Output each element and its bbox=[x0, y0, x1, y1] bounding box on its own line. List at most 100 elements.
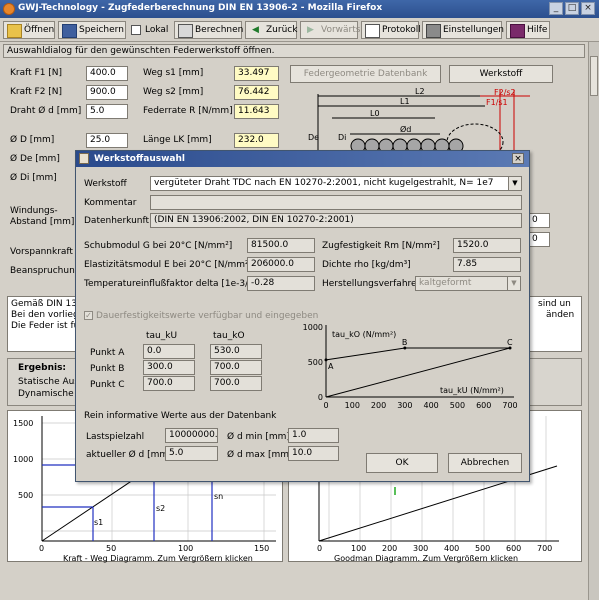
document-icon bbox=[365, 24, 380, 38]
f2-input[interactable]: 900.0 bbox=[86, 85, 128, 100]
col-tau-ku: tau_kU bbox=[146, 331, 178, 341]
chart-xlabel: tau_kU (N/mm²) bbox=[440, 386, 504, 395]
results-heading: Ergebnis: bbox=[18, 363, 67, 373]
material-button[interactable]: Werkstoff bbox=[449, 65, 553, 83]
drawing-d: Ød bbox=[400, 124, 411, 134]
wire-diameter-input[interactable]: 5.0 bbox=[86, 104, 128, 119]
right-x-tick-400: 400 bbox=[444, 544, 459, 553]
scroll-thumb[interactable] bbox=[590, 56, 598, 96]
chevron-down-icon: ▼ bbox=[507, 277, 520, 290]
back-button[interactable]: ◀ Zurück bbox=[245, 21, 297, 39]
right-partial-field-1[interactable]: 0 bbox=[528, 213, 550, 228]
minimize-button[interactable]: _ bbox=[549, 2, 563, 15]
vertical-scrollbar[interactable] bbox=[588, 42, 599, 600]
rm-field[interactable]: 1520.0 bbox=[453, 238, 521, 253]
status-text: Auswahldialog für den gewünschten Federw… bbox=[7, 46, 275, 56]
rho-field[interactable]: 7.85 bbox=[453, 257, 521, 272]
emodul-label: Elastizitätsmodul E bei 20°C [N/mm²] bbox=[84, 260, 253, 270]
results-static: Statische Aus bbox=[18, 377, 80, 387]
chart-x-tick: 500 bbox=[450, 401, 465, 410]
length-lk-input[interactable]: 232.0 bbox=[234, 133, 279, 148]
save-button[interactable]: Speichern bbox=[58, 21, 126, 39]
floppy-icon bbox=[62, 24, 77, 38]
settings-icon bbox=[426, 24, 441, 38]
mean-diameter-input[interactable]: 25.0 bbox=[86, 133, 128, 148]
ok-button[interactable]: OK bbox=[366, 453, 438, 473]
chart-x-tick: 0 bbox=[323, 401, 328, 410]
chevron-down-icon: ▼ bbox=[508, 177, 521, 190]
dmax-label: Ø d max [mm] bbox=[227, 450, 293, 460]
calculate-button[interactable]: Berechnen bbox=[174, 21, 243, 39]
firefox-icon bbox=[3, 3, 15, 15]
inner-diameter-label: Ø Di [mm] bbox=[10, 173, 57, 183]
local-label: Lokal bbox=[145, 25, 169, 35]
protocol-button[interactable]: Protokoll bbox=[361, 21, 421, 39]
aktuell-field[interactable]: 5.0 bbox=[165, 446, 218, 461]
chart-point-label-c: C bbox=[507, 338, 513, 347]
goodman-dialog-chart: tau_kO (N/mm²) tau_kU (N/mm²) 0 500 1000 0… bbox=[303, 323, 518, 410]
emodul-field[interactable]: 206000.0 bbox=[247, 257, 315, 272]
punkt-a-tau-ko[interactable]: 530.0 bbox=[210, 344, 262, 359]
schubmodul-field[interactable]: 81500.0 bbox=[247, 238, 315, 253]
dmin-field[interactable]: 1.0 bbox=[288, 428, 339, 443]
chart-point-label-a: A bbox=[328, 362, 334, 371]
punkt-a-tau-ku[interactable]: 0.0 bbox=[143, 344, 195, 359]
note-right-2: änden bbox=[546, 310, 575, 320]
forward-arrow-icon: ▶ bbox=[307, 25, 314, 35]
stress-label: Beanspruchung bbox=[10, 266, 81, 276]
forward-button[interactable]: ▶ Vorwärts bbox=[300, 21, 360, 39]
settings-button[interactable]: Einstellungen bbox=[422, 21, 504, 39]
back-arrow-icon: ◀ bbox=[252, 25, 259, 35]
chart-x-tick: 700 bbox=[502, 401, 517, 410]
punkt-b-tau-ku[interactable]: 300.0 bbox=[143, 360, 195, 375]
spring-rate-input[interactable]: 11.643 bbox=[234, 104, 279, 119]
close-window-button[interactable]: × bbox=[581, 2, 595, 15]
dmax-field[interactable]: 10.0 bbox=[288, 446, 339, 461]
dauerfestigkeit-checkbox[interactable]: ✓ bbox=[84, 311, 93, 320]
kommentar-field[interactable] bbox=[150, 195, 522, 210]
drawing-l0: L0 bbox=[370, 109, 380, 118]
cancel-button[interactable]: Abbrechen bbox=[448, 453, 522, 473]
left-y-tick-1000: 1000 bbox=[13, 455, 33, 464]
right-x-tick-500: 500 bbox=[475, 544, 490, 553]
right-x-tick-0: 0 bbox=[317, 544, 322, 553]
punkt-c-tau-ku[interactable]: 700.0 bbox=[143, 376, 195, 391]
spring-rate-label: Federrate R [N/mm] bbox=[143, 106, 233, 116]
right-x-tick-600: 600 bbox=[506, 544, 521, 553]
maximize-button[interactable]: □ bbox=[565, 2, 579, 15]
s2-label: Weg s2 [mm] bbox=[143, 87, 204, 97]
punkt-c-tau-ko[interactable]: 700.0 bbox=[210, 376, 262, 391]
rho-label: Dichte rho [kg/dm³] bbox=[322, 260, 411, 270]
windungs-label: Windungs- bbox=[10, 206, 58, 216]
right-x-tick-100: 100 bbox=[351, 544, 366, 553]
help-button[interactable]: Hilfe bbox=[506, 21, 550, 39]
s2-input[interactable]: 76.442 bbox=[234, 85, 279, 100]
lastspiel-field[interactable]: 10000000.0 bbox=[165, 428, 218, 443]
window-title: GWJ-Technology - Zugfederberechnung DIN … bbox=[18, 3, 383, 13]
status-bar: Auswahldialog für den gewünschten Federw… bbox=[3, 44, 585, 58]
local-checkbox[interactable] bbox=[131, 25, 141, 35]
f1-input[interactable]: 400.0 bbox=[86, 66, 128, 81]
datenherkunft-field[interactable]: (DIN EN 13906:2002, DIN EN 10270-2:2001) bbox=[150, 213, 522, 228]
geometry-database-button[interactable]: Federgeometrie Datenbank bbox=[290, 65, 441, 83]
right-partial-field-2[interactable]: 0 bbox=[528, 232, 550, 247]
werkstoff-select[interactable]: vergüteter Draht TDC nach EN 10270-2:200… bbox=[150, 176, 522, 191]
s1-label: Weg s1 [mm] bbox=[143, 68, 204, 78]
col-tau-ko: tau_kO bbox=[213, 331, 245, 341]
help-book-icon bbox=[510, 24, 525, 38]
temperature-field[interactable]: -0.28 bbox=[247, 276, 315, 291]
herstellung-label: Herstellungsverfahren bbox=[322, 279, 423, 289]
left-chart-caption: Kraft - Weg Diagramm. Zum Vergrößern kli… bbox=[63, 554, 253, 563]
chart-y-tick: 0 bbox=[318, 393, 323, 402]
s1-input[interactable]: 33.497 bbox=[234, 66, 279, 81]
kommentar-label: Kommentar bbox=[84, 198, 137, 208]
chart-x-tick: 300 bbox=[397, 401, 412, 410]
dialog-close-button[interactable]: × bbox=[512, 153, 524, 164]
marker-s2: s2 bbox=[156, 504, 165, 513]
note-right-1: sind un bbox=[538, 299, 571, 309]
herstellung-select[interactable]: kaltgeformt ▼ bbox=[415, 276, 521, 291]
open-button[interactable]: Öffnen bbox=[3, 21, 55, 39]
f1-label: Kraft F1 [N] bbox=[10, 68, 63, 78]
punkt-b-tau-ko[interactable]: 700.0 bbox=[210, 360, 262, 375]
chart-x-tick: 100 bbox=[345, 401, 360, 410]
